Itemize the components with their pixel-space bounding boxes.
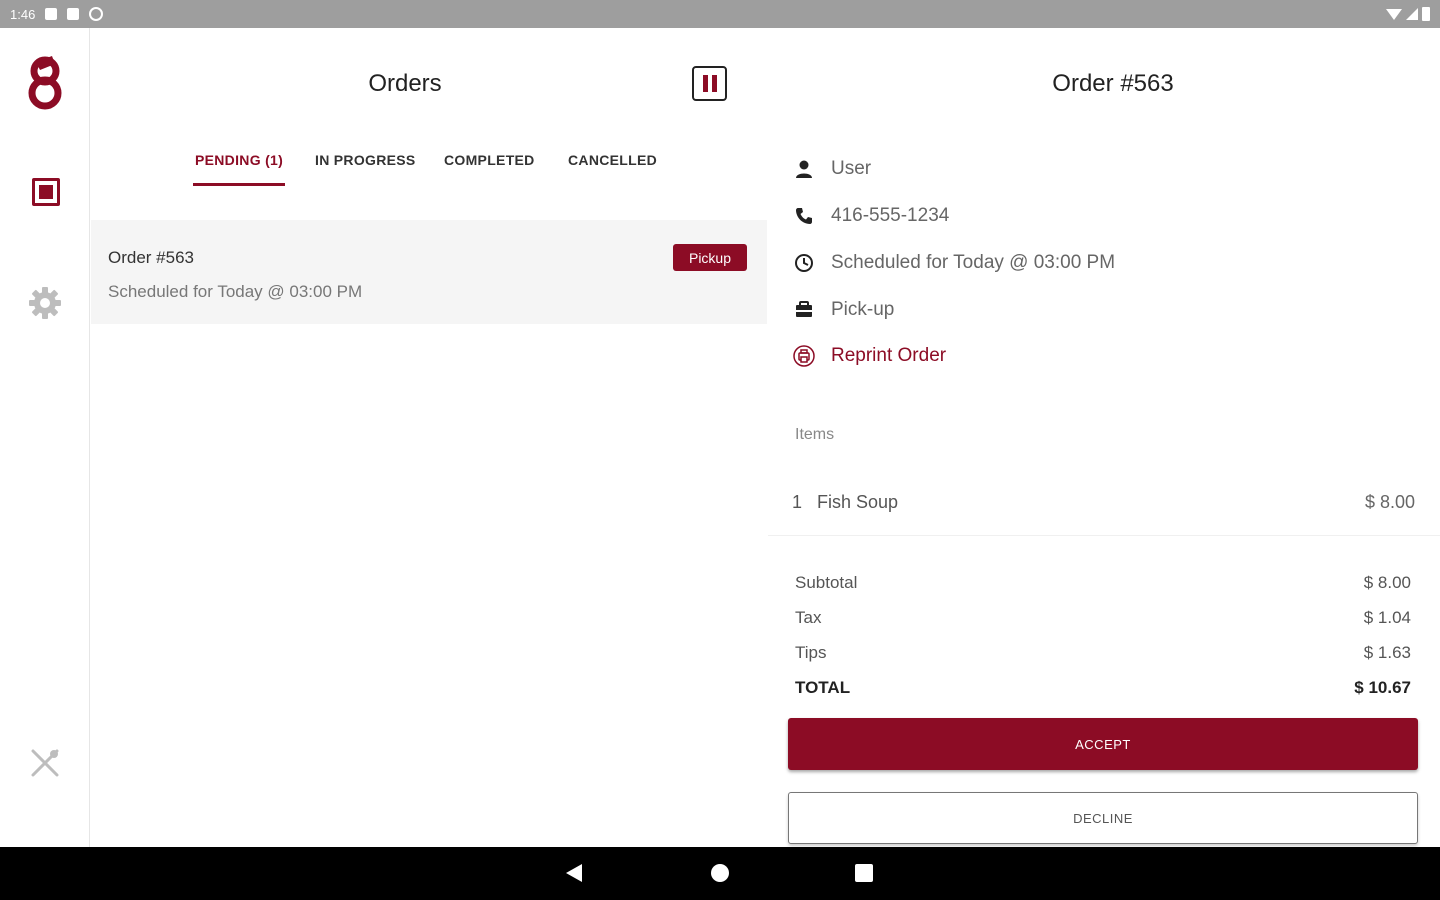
phone-icon: [793, 205, 815, 227]
home-icon[interactable]: [711, 864, 729, 882]
pause-icon-bar: [702, 75, 708, 92]
tab-in-progress[interactable]: IN PROGRESS: [313, 146, 418, 174]
pause-icon-bar: [711, 75, 717, 92]
method-row: Pick-up: [793, 296, 894, 324]
phone-number: 416-555-1234: [831, 205, 950, 226]
wifi-icon: [1386, 8, 1402, 20]
total-label: TOTAL: [795, 678, 851, 697]
tax-label: Tax: [795, 608, 822, 627]
phone-row: 416-555-1234: [793, 202, 949, 230]
tax-row: Tax $ 1.04: [795, 608, 1411, 628]
clock-icon: [793, 252, 815, 274]
tab-pending[interactable]: PENDING (1): [193, 146, 286, 186]
order-detail-pane: Order #563 User 416-555-1234 Scheduled f…: [768, 28, 1440, 847]
status-time: 1:46: [10, 6, 36, 22]
subtotal-value: $ 8.00: [1363, 573, 1411, 592]
subtotal-label: Subtotal: [795, 573, 858, 592]
tips-row: Tips $ 1.63: [795, 643, 1411, 663]
back-icon[interactable]: [566, 864, 582, 882]
item-price: $ 8.00: [1364, 492, 1415, 512]
orders-icon-fill: [39, 185, 53, 199]
tab-cancelled[interactable]: CANCELLED: [566, 146, 659, 174]
sd-card-icon: [67, 8, 80, 20]
status-bar: 1:46: [0, 0, 1440, 28]
total-value: $ 10.67: [1354, 678, 1411, 697]
accept-button[interactable]: ACCEPT: [788, 718, 1418, 770]
status-left: 1:46: [10, 6, 104, 22]
order-card[interactable]: Order #563 Scheduled for Today @ 03:00 P…: [91, 220, 767, 324]
pickup-badge: Pickup: [673, 244, 747, 271]
subtotal-row: Subtotal $ 8.00: [795, 573, 1411, 593]
system-nav-bar: [0, 847, 1440, 900]
orders-icon[interactable]: [32, 178, 60, 206]
person-icon: [793, 158, 815, 180]
gear-icon[interactable]: [28, 286, 62, 320]
bag-icon: [793, 299, 815, 321]
customer-name: User: [831, 158, 872, 179]
printer-icon: [793, 345, 815, 367]
reprint-order-link[interactable]: Reprint Order: [793, 342, 946, 370]
tips-label: Tips: [795, 643, 827, 662]
order-card-title: Order #563: [108, 248, 194, 267]
recent-apps-icon[interactable]: [855, 864, 873, 882]
orders-pane: Orders PENDING (1) IN PROGRESS COMPLETED…: [91, 28, 767, 847]
decline-button[interactable]: DECLINE: [788, 792, 1418, 844]
tips-value: $ 1.63: [1363, 643, 1411, 662]
logo-icon: [22, 54, 68, 110]
signal-icon: [1406, 8, 1418, 20]
notification-icon: [45, 8, 58, 20]
pickup-method: Pick-up: [831, 299, 895, 320]
schedule-text: Scheduled for Today @ 03:00 PM: [831, 252, 1116, 273]
detail-title: Order #563: [1052, 70, 1174, 97]
tab-completed[interactable]: COMPLETED: [442, 146, 537, 174]
list-item: 1 Fish Soup $ 8.00: [768, 480, 1440, 536]
orders-title: Orders: [368, 70, 442, 97]
order-tabs: PENDING (1) IN PROGRESS COMPLETED CANCEL…: [91, 146, 767, 188]
sync-icon: [89, 7, 104, 21]
tax-value: $ 1.04: [1363, 608, 1411, 627]
pause-button[interactable]: [692, 66, 727, 101]
order-card-schedule: Scheduled for Today @ 03:00 PM: [108, 282, 363, 301]
item-quantity: 1: [792, 492, 803, 512]
total-row: TOTAL $ 10.67: [795, 678, 1411, 698]
items-label: Items: [795, 426, 835, 443]
item-name: Fish Soup: [817, 492, 899, 512]
nav-rail: [0, 28, 90, 847]
battery-icon: [1422, 7, 1430, 21]
reprint-order-label: Reprint Order: [831, 345, 947, 366]
schedule-row: Scheduled for Today @ 03:00 PM: [793, 249, 1115, 277]
customer-row: User: [793, 155, 871, 183]
status-right: [1386, 7, 1430, 21]
utensils-icon[interactable]: [28, 746, 62, 780]
